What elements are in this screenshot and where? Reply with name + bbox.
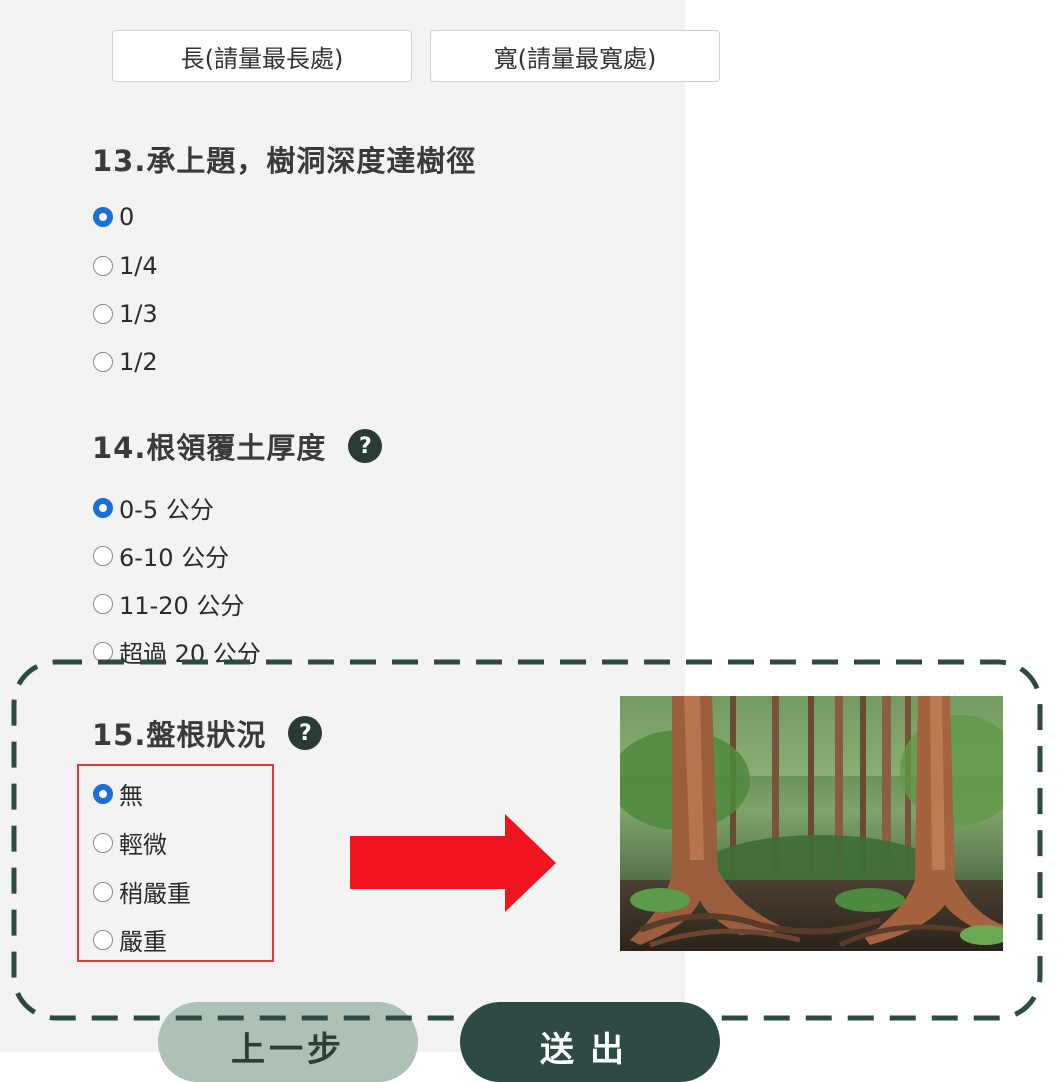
annotation-overlay (11, 659, 1043, 1021)
forest-root-photo (620, 696, 1003, 951)
right-arrow-icon (350, 814, 556, 912)
